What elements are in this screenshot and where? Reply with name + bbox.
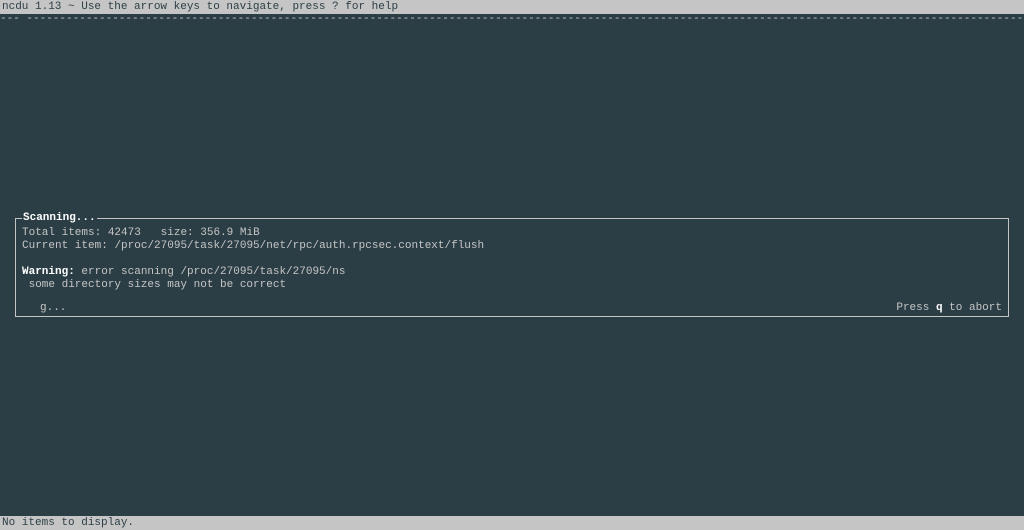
dialog-content: Total items: 42473 size: 356.9 MiB Curre…: [16, 219, 1008, 298]
size-label: size:: [161, 227, 194, 239]
dialog-footer: g... Press q to abort: [16, 298, 1008, 316]
total-items-value: 42473: [108, 227, 141, 239]
size-value: 356.9 MiB: [200, 227, 259, 239]
header-bar: ncdu 1.13 ~ Use the arrow keys to naviga…: [0, 0, 1024, 14]
abort-key[interactable]: q: [936, 302, 943, 314]
abort-hint: Press q to abort: [896, 302, 1002, 314]
warning-text: error scanning /proc/27095/task/27095/ns: [81, 266, 345, 278]
total-items-label: Total items:: [22, 227, 101, 239]
current-item-value: /proc/27095/task/27095/net/rpc/auth.rpcs…: [114, 240, 484, 252]
current-item-label: Current item:: [22, 240, 108, 252]
progress-indicator: g...: [40, 302, 66, 314]
scanning-dialog: Scanning... Total items: 42473 size: 356…: [15, 218, 1009, 317]
warning-label: Warning:: [22, 266, 75, 278]
warning-subtext: some directory sizes may not be correct: [22, 279, 286, 291]
dialog-title: Scanning...: [22, 212, 97, 224]
path-divider: --- ------------------------------------…: [0, 14, 1024, 26]
footer-bar: No items to display.: [0, 516, 1024, 530]
